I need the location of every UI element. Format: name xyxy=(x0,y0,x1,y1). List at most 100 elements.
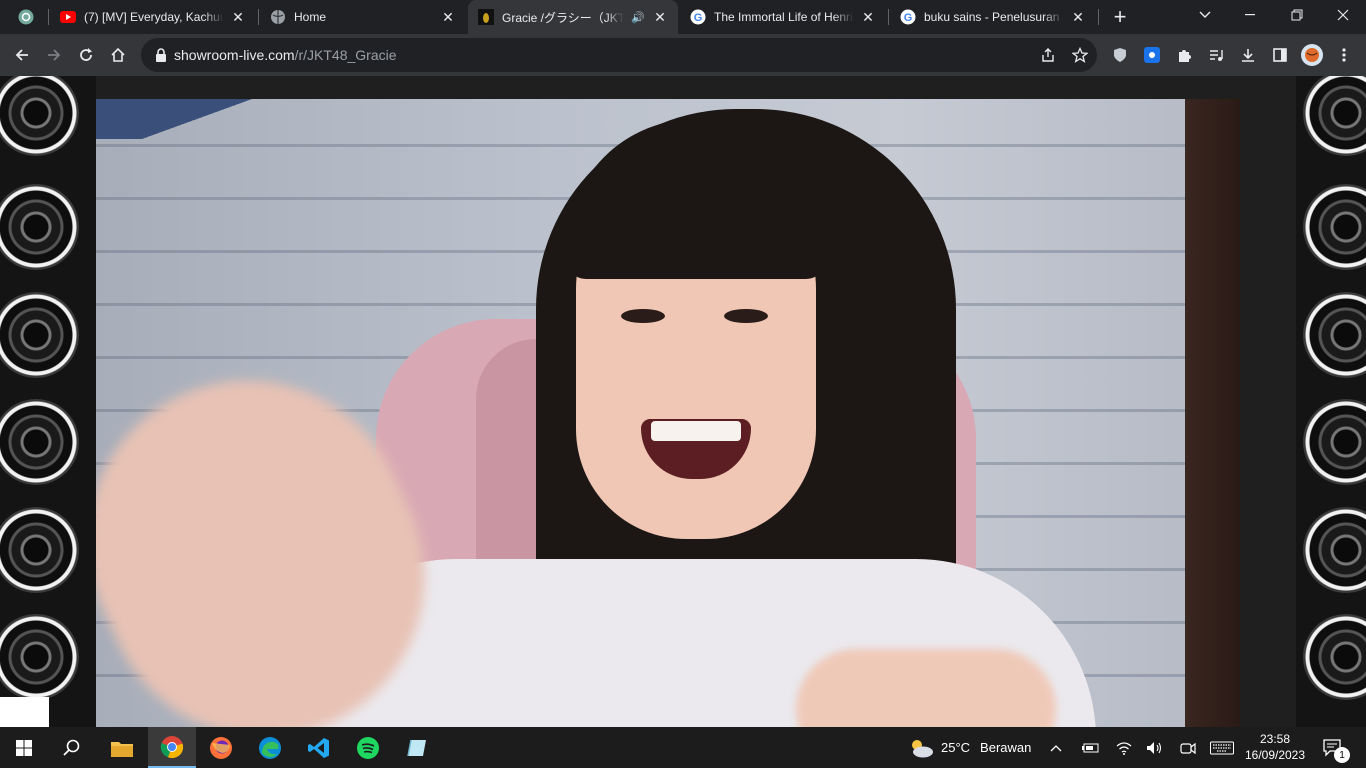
speaker-image xyxy=(1303,292,1366,378)
forward-button[interactable] xyxy=(38,39,70,71)
tab-search-button[interactable] xyxy=(1182,0,1228,30)
arrow-left-icon xyxy=(15,49,28,61)
battery-button[interactable] xyxy=(1082,727,1100,768)
speaker-image xyxy=(0,614,79,700)
svg-text:G: G xyxy=(694,12,703,24)
profile-button[interactable] xyxy=(1296,39,1328,71)
reload-button[interactable] xyxy=(70,39,102,71)
side-panel-button[interactable] xyxy=(1264,39,1296,71)
vscode-button[interactable] xyxy=(295,727,343,768)
tab-showroom-active[interactable]: Gracie /グラシー（JKT48） 🔊 ✕ xyxy=(468,0,678,34)
url-host: showroom-live.com xyxy=(174,47,295,63)
chrome-menu-button[interactable] xyxy=(1328,39,1360,71)
weather-condition: Berawan xyxy=(980,740,1032,755)
video-person-eye xyxy=(621,309,665,323)
show-hidden-icons-button[interactable] xyxy=(1050,727,1062,768)
tab-title: buku sains - Penelusuran Google xyxy=(924,10,1064,24)
speaker-image xyxy=(0,292,79,378)
tab-title: Home xyxy=(294,10,327,24)
share-button[interactable] xyxy=(1035,42,1061,68)
windows-start-icon xyxy=(16,739,32,756)
start-button[interactable] xyxy=(0,727,48,768)
file-explorer-button[interactable] xyxy=(98,727,146,768)
tab-strip: (7) [MV] Everyday, Kachuusha ✕ Home ✕ Gr… xyxy=(0,0,1366,34)
tab-buku-sains[interactable]: G buku sains - Penelusuran Google ✕ xyxy=(890,0,1096,34)
restore-icon xyxy=(1291,9,1303,21)
blue-extension-button[interactable] xyxy=(1136,39,1168,71)
browser-toolbar: showroom-live.com/r/JKT48_Gracie xyxy=(0,34,1366,76)
arrow-right-icon xyxy=(48,49,61,61)
edge-button[interactable] xyxy=(246,727,294,768)
notepad-app-button[interactable] xyxy=(393,727,441,768)
media-controls-button[interactable] xyxy=(1200,39,1232,71)
tab-separator xyxy=(48,9,49,25)
notifications-button[interactable]: 1 xyxy=(1322,727,1350,768)
speaker-image xyxy=(0,76,79,156)
tab-youtube[interactable]: (7) [MV] Everyday, Kachuusha ✕ xyxy=(50,0,256,34)
youtube-icon xyxy=(60,9,76,25)
wifi-icon xyxy=(1116,741,1132,755)
spotify-button[interactable] xyxy=(344,727,392,768)
system-clock[interactable]: 23:58 16/09/2023 xyxy=(1240,731,1310,763)
volume-icon xyxy=(1147,741,1162,754)
back-button[interactable] xyxy=(6,39,38,71)
google-icon: G xyxy=(690,9,706,25)
white-overlay-panel[interactable] xyxy=(0,697,49,727)
close-icon[interactable]: ✕ xyxy=(230,9,246,25)
firefox-button[interactable] xyxy=(197,727,245,768)
tab-pinned-chatgpt[interactable] xyxy=(8,0,48,34)
chevron-up-icon xyxy=(1050,744,1062,751)
search-icon xyxy=(63,739,80,756)
lock-icon[interactable] xyxy=(153,47,169,63)
meet-now-button[interactable] xyxy=(1180,727,1196,768)
speaker-image xyxy=(0,399,79,485)
close-icon[interactable]: ✕ xyxy=(860,9,876,25)
volume-button[interactable] xyxy=(1146,727,1164,768)
shield-extension-button[interactable] xyxy=(1104,39,1136,71)
close-window-button[interactable] xyxy=(1320,0,1366,30)
weather-widget[interactable]: 25°C Berawan xyxy=(908,727,1031,768)
bookmark-button[interactable] xyxy=(1067,42,1093,68)
video-background-detail xyxy=(1185,99,1240,727)
downloads-button[interactable] xyxy=(1232,39,1264,71)
chatgpt-icon xyxy=(18,9,34,25)
star-icon xyxy=(1072,47,1088,63)
speaker-audio-icon[interactable]: 🔊 xyxy=(630,9,646,25)
restore-button[interactable] xyxy=(1274,0,1320,30)
minimize-button[interactable] xyxy=(1228,0,1274,30)
keyboard-icon xyxy=(1210,741,1234,754)
new-tab-button[interactable]: + xyxy=(1104,0,1136,34)
close-icon[interactable]: ✕ xyxy=(1070,9,1086,25)
url-text: showroom-live.com/r/JKT48_Gracie xyxy=(174,47,397,63)
live-stream-video[interactable] xyxy=(96,99,1240,727)
speaker-decoration-right xyxy=(1296,76,1366,727)
speaker-image xyxy=(0,507,79,593)
keyboard-button[interactable] xyxy=(1210,727,1234,768)
home-button[interactable] xyxy=(102,39,134,71)
speaker-image xyxy=(1303,184,1366,270)
close-icon[interactable]: ✕ xyxy=(440,9,456,25)
tab-home[interactable]: Home ✕ xyxy=(260,0,466,34)
camera-icon xyxy=(1180,742,1196,754)
speaker-image xyxy=(0,184,79,270)
media-icon xyxy=(1210,50,1223,61)
spotify-icon xyxy=(357,736,379,759)
svg-text:G: G xyxy=(904,12,913,24)
speaker-image xyxy=(1303,614,1366,700)
globe-icon xyxy=(270,9,286,25)
extensions-button[interactable] xyxy=(1168,39,1200,71)
weather-temperature: 25°C xyxy=(941,740,971,755)
tab-separator xyxy=(1098,9,1099,25)
network-button[interactable] xyxy=(1116,727,1132,768)
video-person-eye xyxy=(724,309,768,323)
tab-henrietta[interactable]: G The Immortal Life of Henrietta ✕ xyxy=(680,0,886,34)
folder-icon xyxy=(111,741,133,757)
chrome-taskbar-button[interactable] xyxy=(148,727,196,768)
video-background-detail xyxy=(96,99,376,139)
vscode-icon xyxy=(308,737,329,758)
speaker-image xyxy=(1303,507,1366,593)
search-button[interactable] xyxy=(48,727,96,768)
close-icon[interactable]: ✕ xyxy=(652,9,668,25)
firefox-icon xyxy=(210,736,232,759)
address-bar[interactable]: showroom-live.com/r/JKT48_Gracie xyxy=(141,38,1097,72)
